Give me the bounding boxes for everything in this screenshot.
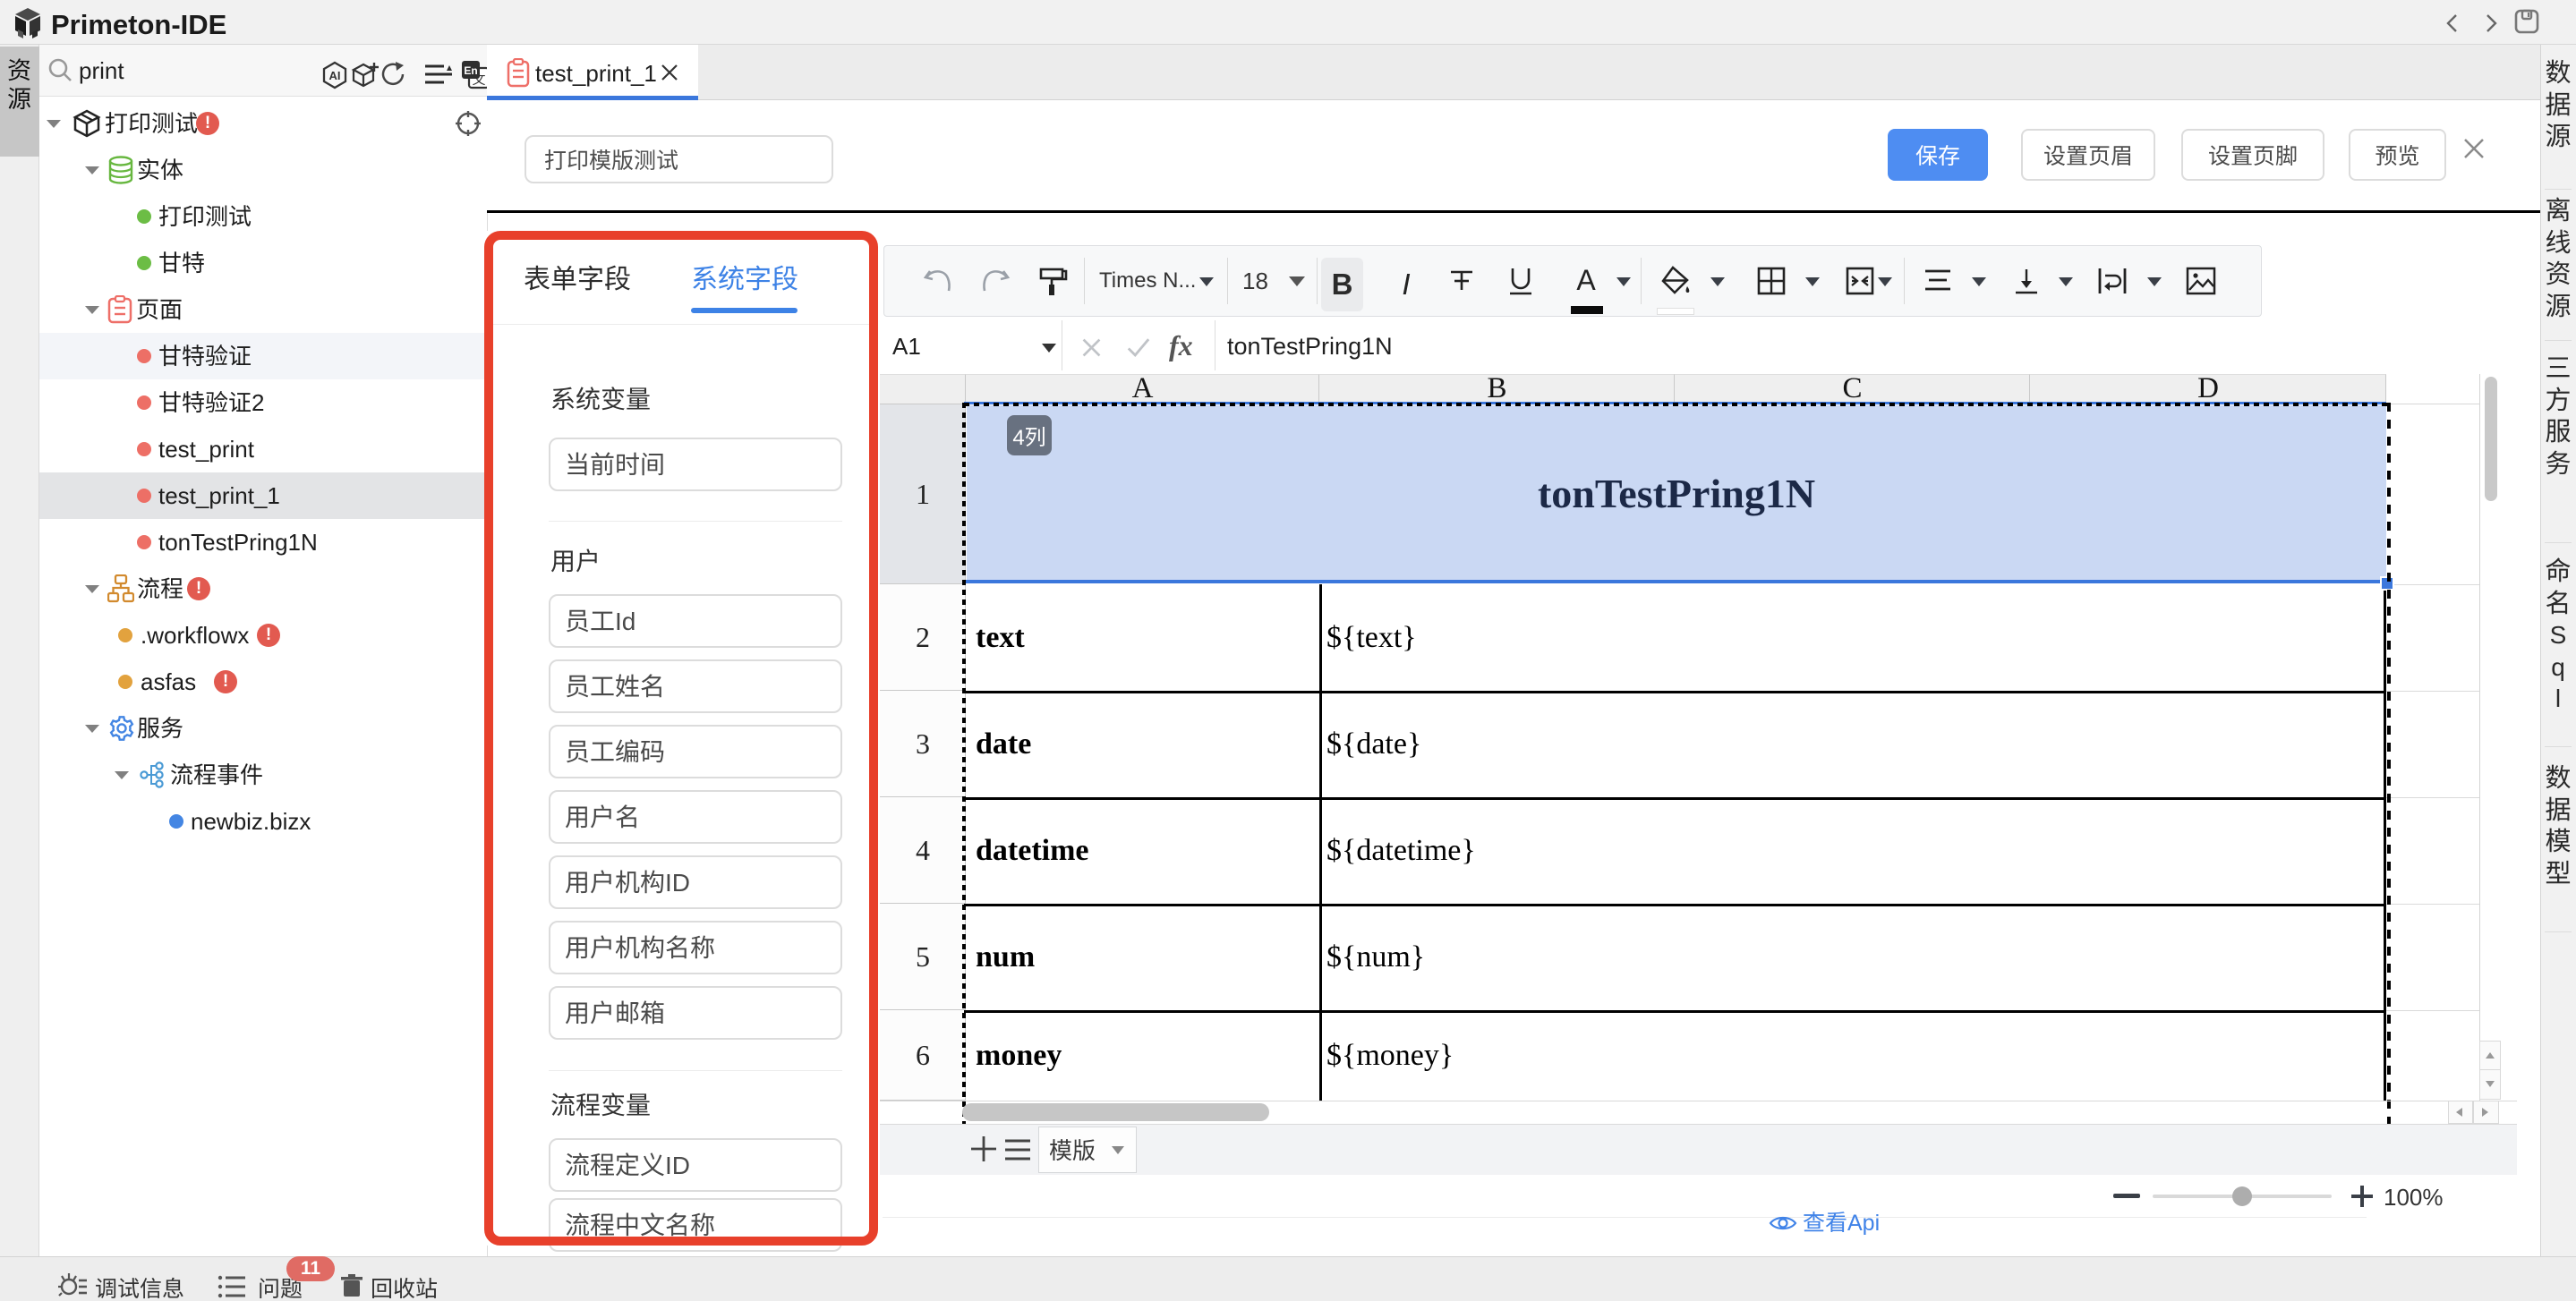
svg-text:AI: AI	[329, 69, 341, 82]
svg-text:En: En	[464, 64, 477, 77]
